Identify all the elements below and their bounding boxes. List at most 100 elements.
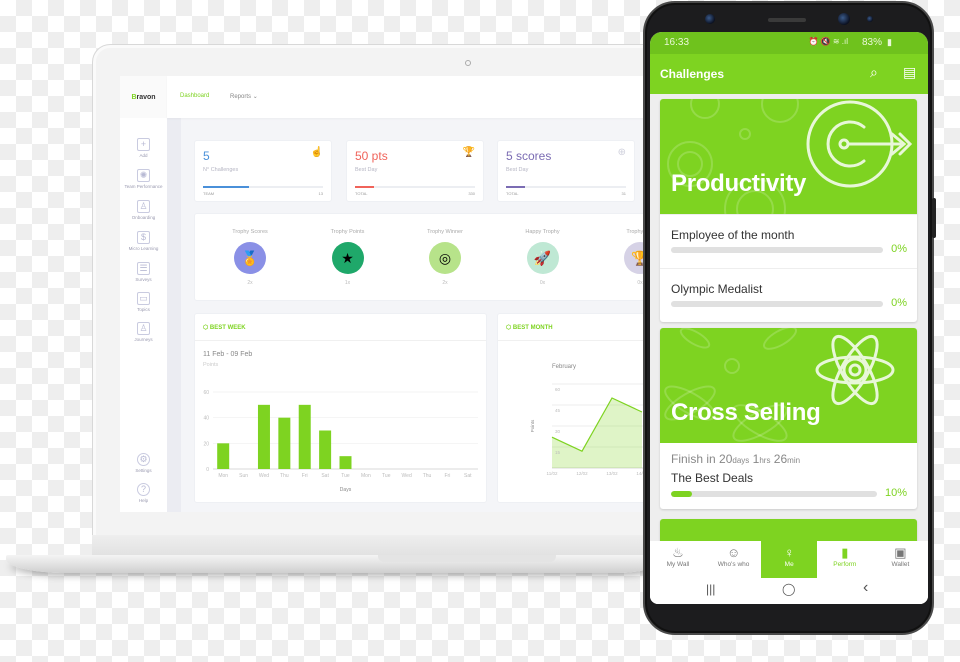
challenge-name: Productivity — [671, 170, 807, 197]
nav-who-s-who[interactable]: ☺ Who's who — [706, 541, 762, 578]
challenge-card-cross-selling[interactable]: Cross Selling Finish in 20days 1hrs 26mi… — [660, 328, 917, 509]
laptop-notch — [378, 555, 556, 562]
proximity-sensor — [867, 16, 873, 22]
trophy-label: Trophy Points — [330, 229, 365, 235]
progress-bar — [671, 301, 883, 307]
bar — [217, 443, 230, 469]
nav-dashboard[interactable]: Dashboard — [180, 93, 209, 99]
recent-apps-button[interactable]: ||| — [706, 582, 715, 596]
stat-icon: ⊕ — [617, 147, 626, 158]
x-tick-label: 13/02 — [606, 471, 618, 476]
trophy-count: 0x — [539, 280, 546, 286]
stat-footer-label: TOTAL — [355, 191, 368, 196]
stat-value: 5 scores — [506, 149, 552, 163]
challenge-item[interactable]: Employee of the month 0% — [660, 214, 917, 268]
x-tick-label: Thu — [423, 473, 432, 479]
y-tick-label: 0 — [206, 467, 209, 473]
area-fill — [552, 398, 642, 468]
system-nav: ||| ◯ ‹ — [650, 578, 928, 604]
sidebar-item-journeys[interactable]: ♙ Journeys — [120, 322, 167, 342]
stat-progress-bar — [506, 186, 626, 188]
sidebar-item-settings[interactable]: ⚙ Settings — [120, 453, 167, 473]
sidebar-item-topics[interactable]: ▭ Topics — [120, 292, 167, 312]
challenge-item[interactable]: Olympic Medalist 0% — [660, 268, 917, 322]
laptop-base — [6, 555, 656, 573]
who-s-who-icon: ☺ — [726, 545, 741, 560]
trophy-icon: 🏆 — [624, 242, 645, 274]
challenge-card-productivity[interactable]: Productivity Employee of the month 0% Ol… — [660, 99, 917, 322]
search-icon[interactable]: ⌕ — [870, 64, 878, 81]
trophy-label: Trophy Winner — [427, 229, 463, 235]
y-tick-label: 45 — [555, 408, 561, 413]
bar — [319, 430, 332, 469]
laptop-chin — [92, 535, 652, 555]
progress-percent: 0% — [891, 243, 907, 255]
challenge-name: Cross Selling — [671, 399, 821, 426]
surveys-icon: ☰ — [137, 262, 150, 275]
document-icon[interactable]: ▤ — [903, 64, 916, 81]
x-tick-label: Fri — [302, 473, 308, 479]
brand-logo[interactable]: Bravon — [120, 76, 167, 118]
app-title: Challenges — [660, 67, 725, 81]
stat-icon: 🏆 — [462, 147, 475, 158]
stat-footer-value: 13 — [318, 191, 323, 196]
stat-progress-bar — [203, 186, 323, 188]
stat-footer-label: TEAM — [203, 191, 215, 196]
x-tick-label: Sat — [321, 473, 329, 479]
front-sensor — [705, 14, 715, 24]
nav-perform[interactable]: ▮ Perform — [817, 541, 873, 578]
laptop-camera — [465, 60, 471, 66]
y-tick-label: 60 — [203, 390, 209, 396]
battery-icon: ▮ — [887, 37, 892, 47]
sidebar-item-team-performance[interactable]: ✺ Team Performance — [120, 169, 167, 189]
stat-icon: ☝ — [310, 147, 323, 158]
progress-bar — [671, 491, 877, 497]
trophy-label: Trophy Top — [626, 229, 645, 235]
challenge-banner: Productivity — [660, 99, 917, 214]
nav-wallet[interactable]: ▣ Wallet — [872, 541, 928, 578]
x-tick-label: 11/02 — [547, 471, 558, 476]
progress-percent: 10% — [884, 487, 907, 499]
chevron-down-icon: ⌄ — [252, 94, 258, 100]
nav-me[interactable]: ♀ Me — [761, 541, 818, 578]
trophy-icon: 🏅 — [234, 242, 266, 274]
best-week-card: ⬡ BEST WEEK 11 Feb - 09 Feb Points 0 20 40… — [194, 313, 487, 503]
nav-my-wall[interactable]: ♨ My Wall — [650, 541, 706, 578]
stat-footer-value: 330 — [468, 191, 475, 196]
phone-side-button — [932, 198, 936, 238]
x-tick-label: Thu — [280, 473, 289, 479]
sidebar-item-onboarding[interactable]: ♙ Onboarding — [120, 200, 167, 220]
top-nav: Dashboard Reports ⌄ — [167, 76, 645, 118]
bar — [339, 456, 352, 469]
stat-label: N° Challenges — [203, 167, 239, 173]
trophy-icon: ★ — [331, 242, 364, 274]
my-wall-icon: ♨ — [672, 545, 684, 560]
sidebar-item-micro-learning[interactable]: $ Micro Learning — [120, 231, 167, 251]
best-month-area-chart: 1530456011/0212/0213/0214/02PointsDays — [530, 383, 645, 476]
challenge-item[interactable]: The Best Deals 10% — [660, 465, 917, 509]
bar — [278, 417, 291, 469]
trophy-count: 0x — [637, 280, 643, 286]
x-tick-label: Sun — [239, 473, 248, 479]
x-tick-label: Tue — [382, 473, 391, 479]
x-tick-label: Fri — [445, 473, 451, 479]
back-button[interactable]: ‹ — [863, 579, 868, 597]
help-icon: ? — [137, 483, 150, 496]
stat-card[interactable]: 5 scores ⊕ Best Day TOTAL 31 — [497, 140, 635, 202]
me-icon: ♀ — [784, 545, 795, 560]
trophy-count: 2x — [247, 280, 253, 286]
home-button[interactable]: ◯ — [782, 582, 795, 596]
nav-reports[interactable]: Reports ⌄ — [230, 93, 258, 100]
stat-card[interactable]: 5 ☝ N° Challenges TEAM 13 — [194, 140, 332, 202]
y-tick-label: 15 — [555, 450, 561, 455]
trophy-panel: Trophy Scores 🏅 2x Trophy Points ★ 1x Tr… — [194, 213, 645, 301]
web-dashboard: Bravon Dashboard Reports ⌄ + Add ✺ Team Per… — [120, 76, 645, 512]
x-tick-label: Sat — [464, 473, 472, 479]
stat-value: 5 — [203, 149, 210, 163]
sidebar-item-surveys[interactable]: ☰ Surveys — [120, 262, 167, 282]
x-axis-label: Days — [340, 487, 352, 493]
sidebar-item-add[interactable]: + Add — [120, 138, 167, 158]
trophy-count: 2x — [442, 280, 448, 286]
stat-card[interactable]: 50 pts 🏆 Best Day TOTAL 330 — [346, 140, 484, 202]
sidebar-item-help[interactable]: ? Help — [120, 483, 167, 503]
